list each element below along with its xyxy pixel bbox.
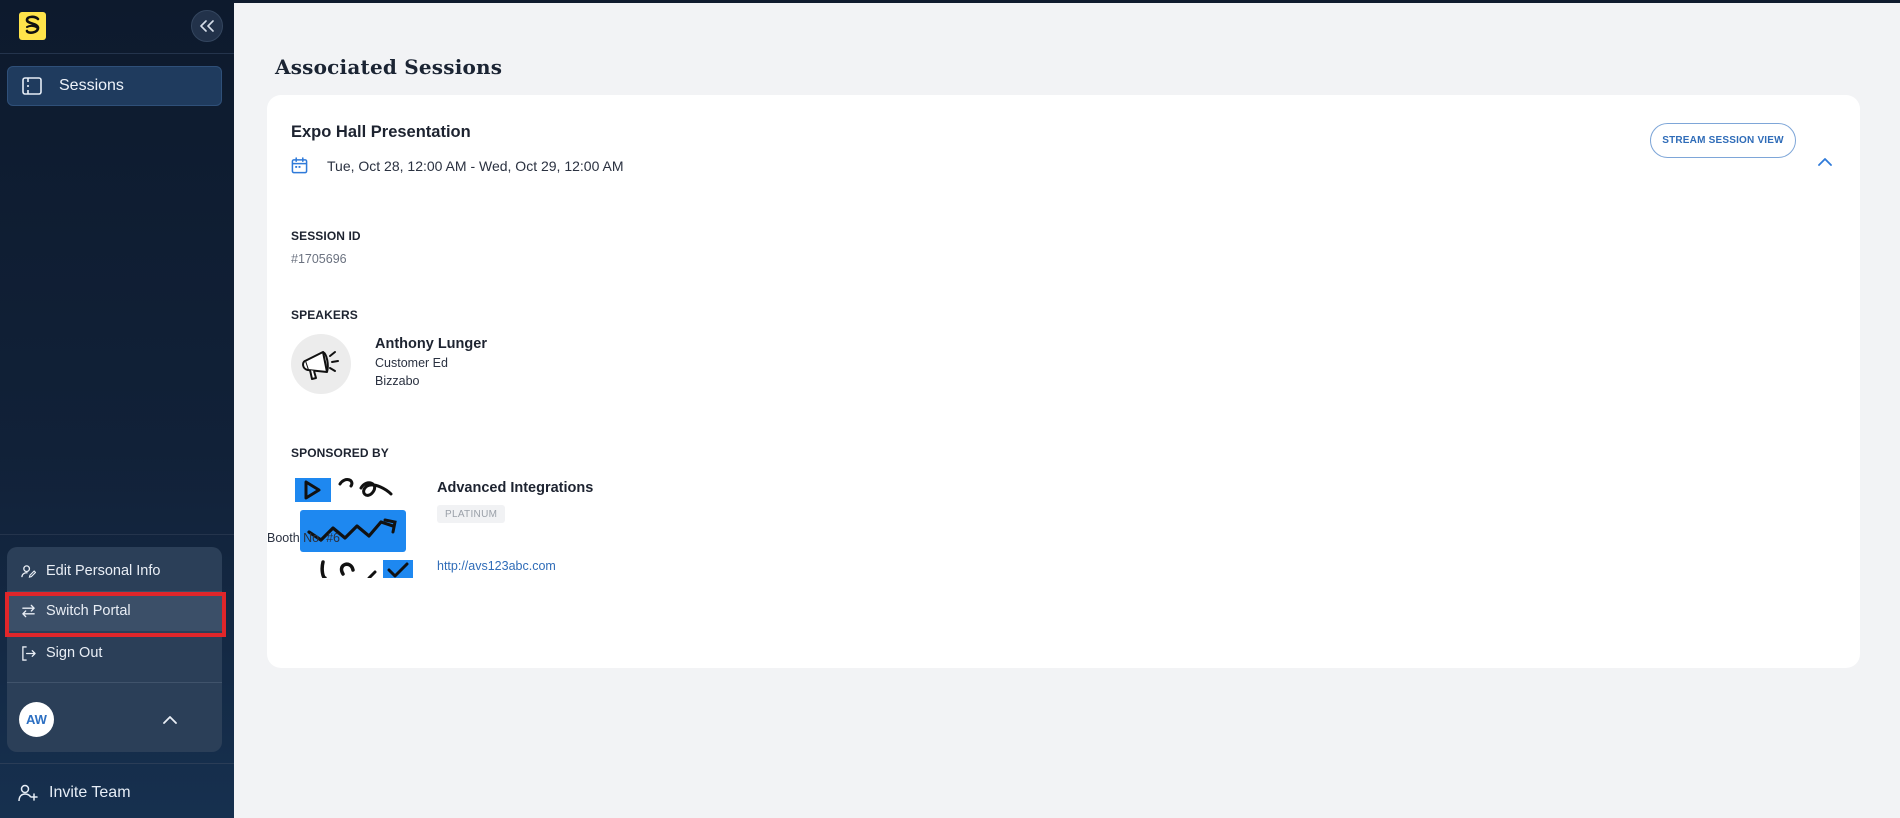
speaker-title: Customer Ed: [375, 356, 448, 370]
ticket-icon: [22, 77, 42, 95]
divider: [0, 763, 234, 764]
invite-team-label: Invite Team: [49, 784, 131, 801]
sidebar-item-label: Sessions: [59, 77, 124, 94]
sign-out-menu-item[interactable]: Sign Out: [7, 633, 222, 673]
user-edit-icon: [21, 564, 36, 578]
megaphone-icon: [302, 351, 339, 380]
avatar[interactable]: AW: [19, 702, 54, 737]
session-id-value: #1705696: [291, 252, 347, 266]
chevron-up-icon: [163, 715, 177, 724]
app-root: Sessions Edit Personal Info Switch Porta…: [0, 0, 1900, 818]
menu-item-label: Switch Portal: [46, 603, 131, 619]
session-card: Expo Hall Presentation Tue, Oct 28, 12:0…: [267, 95, 1860, 668]
sponsored-by-label: SPONSORED BY: [291, 446, 389, 460]
sign-out-icon: [22, 645, 36, 661]
divider: [0, 534, 234, 535]
session-date-range: Tue, Oct 28, 12:00 AM - Wed, Oct 29, 12:…: [327, 157, 624, 174]
sponsor-name: Advanced Integrations: [437, 480, 594, 496]
sponsor-booth: Booth No. #6: [267, 531, 340, 545]
switch-portal-menu-item[interactable]: Switch Portal: [7, 591, 222, 631]
page-title: Associated Sessions: [275, 55, 503, 79]
sidebar: Sessions Edit Personal Info Switch Porta…: [0, 0, 234, 818]
session-title: Expo Hall Presentation: [291, 123, 471, 141]
speakers-label: SPEAKERS: [291, 308, 358, 322]
divider: [0, 53, 234, 54]
session-id-label: SESSION ID: [291, 229, 361, 243]
stream-session-view-button[interactable]: STREAM SESSION VIEW: [1650, 123, 1796, 158]
speaker-company: Bizzabo: [375, 374, 420, 388]
edit-personal-info-menu-item[interactable]: Edit Personal Info: [7, 551, 222, 591]
user-menu-panel: Edit Personal Info Switch Portal Sign Ou…: [7, 547, 222, 752]
double-chevron-left-icon: [200, 20, 214, 32]
collapse-sidebar-button[interactable]: [191, 10, 223, 42]
sidebar-item-sessions[interactable]: Sessions: [7, 66, 222, 106]
invite-team-button[interactable]: Invite Team: [18, 778, 131, 808]
chevron-up-icon: [1818, 157, 1832, 166]
session-date-row: Tue, Oct 28, 12:00 AM - Wed, Oct 29, 12:…: [291, 157, 623, 174]
top-border: [234, 0, 1900, 3]
sponsor-logo: [295, 474, 415, 578]
sponsor-tier-badge: PLATINUM: [437, 505, 506, 523]
menu-item-label: Edit Personal Info: [46, 563, 161, 579]
menu-item-label: Sign Out: [46, 645, 103, 661]
speaker-avatar: [291, 334, 351, 394]
user-plus-icon: [18, 784, 38, 802]
user-menu-toggle[interactable]: [144, 693, 196, 745]
sponsor-website-link[interactable]: http://avs123abc.com: [437, 559, 556, 573]
calendar-icon: [291, 157, 308, 174]
divider: [7, 682, 222, 683]
collapse-session-button[interactable]: [1815, 151, 1835, 171]
brand-logo-icon[interactable]: [19, 12, 46, 40]
switch-arrows-icon: [22, 604, 35, 618]
speaker-name: Anthony Lunger: [375, 336, 487, 352]
